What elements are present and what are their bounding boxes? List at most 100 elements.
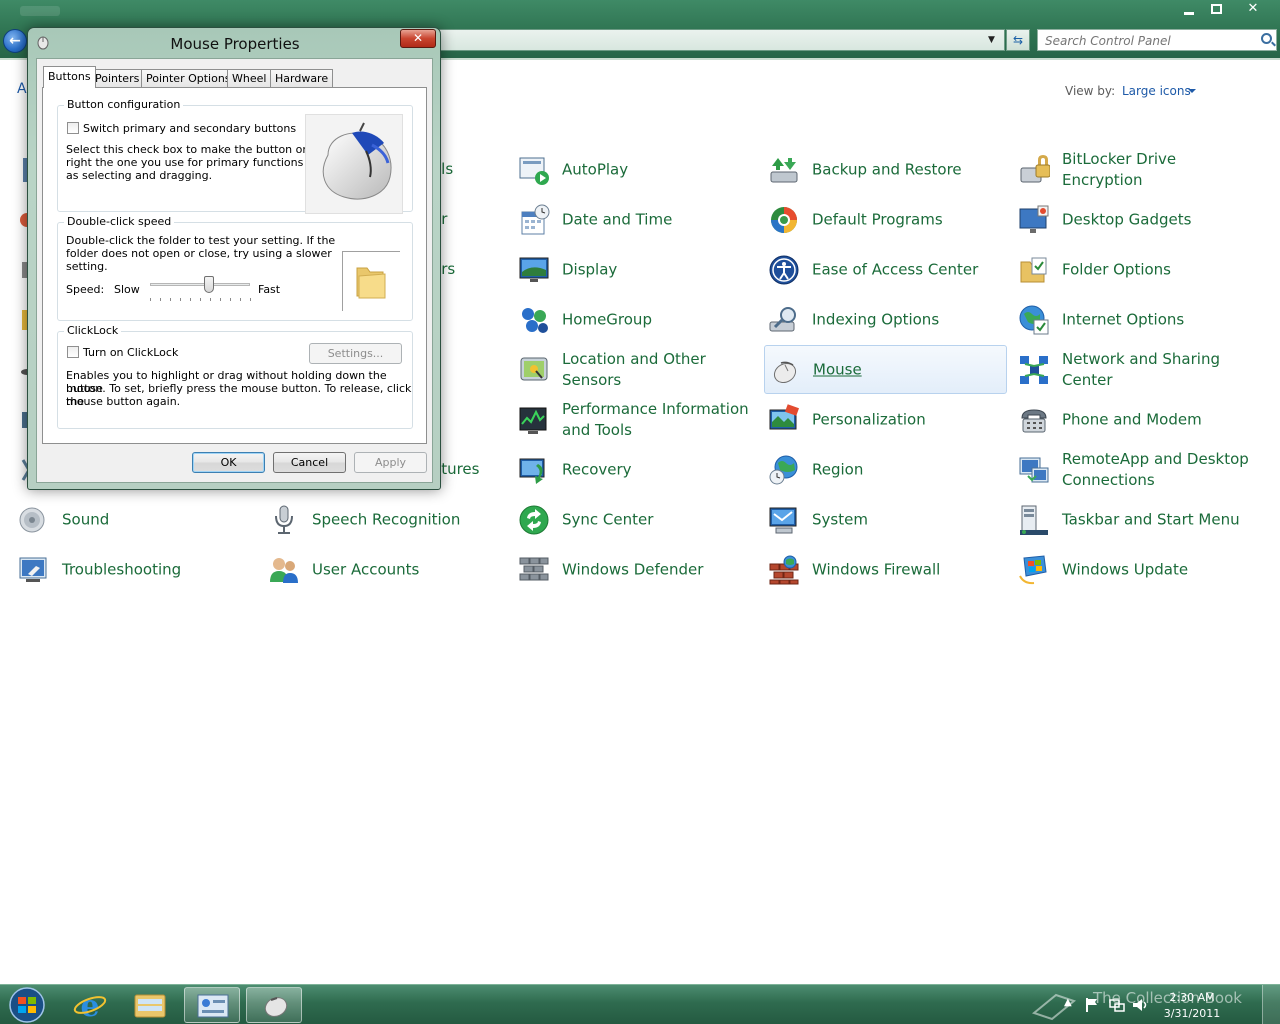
action-center-flag-icon[interactable]: [1085, 997, 1099, 1013]
cp-item-label[interactable]: User Accounts: [312, 560, 502, 581]
cp-item-label[interactable]: Desktop Gadgets: [1062, 210, 1252, 231]
clicklock-checkbox[interactable]: [67, 346, 79, 358]
cp-item-remoteapp[interactable]: RemoteApp and Desktop Connections: [1018, 448, 1260, 492]
cp-item-region[interactable]: Region: [768, 448, 1010, 492]
taskbar-internet-explorer[interactable]: e: [62, 987, 118, 1024]
cp-item-label[interactable]: Backup and Restore: [812, 160, 1002, 181]
cp-item-taskbar-start[interactable]: Taskbar and Start Menu: [1018, 498, 1260, 542]
tab-wheel[interactable]: Wheel: [227, 69, 272, 87]
cp-item-label[interactable]: Location and Other Sensors: [562, 349, 752, 391]
cp-item-label[interactable]: Windows Update: [1062, 560, 1252, 581]
cp-item-mouse[interactable]: Mouse: [764, 345, 1007, 394]
cp-item-label[interactable]: Windows Firewall: [812, 560, 1002, 581]
cp-item-windows-defender[interactable]: Windows Defender: [518, 548, 760, 592]
cp-item-folder-options[interactable]: Folder Options: [1018, 248, 1260, 292]
cp-item-location-sensors[interactable]: Location and Other Sensors: [518, 348, 760, 392]
back-button[interactable]: ←: [3, 29, 27, 53]
switch-buttons-label[interactable]: Switch primary and secondary buttons: [83, 122, 296, 135]
cp-item-label[interactable]: Speech Recognition: [312, 510, 502, 531]
cp-item-troubleshooting[interactable]: Troubleshooting: [18, 548, 260, 592]
close-window-button[interactable]: ✕: [1236, 0, 1270, 20]
cp-item-label[interactable]: Taskbar and Start Menu: [1062, 510, 1252, 531]
start-button[interactable]: [4, 986, 50, 1024]
cp-item-phone-modem[interactable]: Phone and Modem: [1018, 398, 1260, 442]
cp-item-label[interactable]: Performance Information and Tools: [562, 399, 752, 441]
clicklock-settings-button[interactable]: Settings...: [309, 343, 402, 364]
cp-item-recovery[interactable]: Recovery: [518, 448, 760, 492]
cp-item-performance[interactable]: Performance Information and Tools: [518, 398, 760, 442]
cp-item-personalization[interactable]: Personalization: [768, 398, 1010, 442]
refresh-button[interactable]: ⇆: [1006, 29, 1030, 51]
cp-item-sync-center[interactable]: Sync Center: [518, 498, 760, 542]
switch-buttons-checkbox[interactable]: [67, 122, 79, 134]
cp-item-label[interactable]: Indexing Options: [812, 310, 1002, 331]
ok-button[interactable]: OK: [192, 452, 265, 473]
cancel-button[interactable]: Cancel: [273, 452, 346, 473]
cp-item-label[interactable]: System: [812, 510, 1002, 531]
maximize-button[interactable]: [1202, 0, 1232, 20]
cp-item-default-programs[interactable]: Default Programs: [768, 198, 1010, 242]
cp-item-ease-of-access[interactable]: Ease of Access Center: [768, 248, 1010, 292]
minimize-button[interactable]: [1174, 0, 1204, 20]
network-icon[interactable]: [1109, 997, 1125, 1013]
cp-item-label[interactable]: Network and Sharing Center: [1062, 349, 1252, 391]
cp-item-label[interactable]: Sync Center: [562, 510, 752, 531]
cp-item-label[interactable]: Default Programs: [812, 210, 1002, 231]
cp-item-label[interactable]: Ease of Access Center: [812, 260, 1002, 281]
tab-hardware[interactable]: Hardware: [270, 69, 334, 87]
cp-item-bitlocker[interactable]: BitLocker Drive Encryption: [1018, 148, 1260, 192]
apply-button[interactable]: Apply: [354, 452, 427, 473]
slider-thumb[interactable]: [204, 276, 214, 293]
search-input[interactable]: [1038, 31, 1248, 51]
volume-icon[interactable]: [1132, 997, 1150, 1013]
clock-date[interactable]: 3/31/2011: [1156, 1007, 1228, 1020]
address-bar[interactable]: [420, 29, 1005, 51]
cp-item-label[interactable]: Recovery: [562, 460, 752, 481]
cp-item-label[interactable]: RemoteApp and Desktop Connections: [1062, 449, 1252, 491]
cp-item-date-time[interactable]: Date and Time: [518, 198, 760, 242]
cp-item-label[interactable]: Phone and Modem: [1062, 410, 1252, 431]
tab-pointers[interactable]: Pointers: [90, 69, 145, 87]
taskbar-mouse-properties[interactable]: [246, 987, 302, 1023]
cp-item-label[interactable]: Sound: [62, 510, 252, 531]
cp-item-sound[interactable]: Sound: [18, 498, 260, 542]
tab-buttons[interactable]: Buttons: [43, 66, 96, 88]
cp-item-autoplay[interactable]: AutoPlay: [518, 148, 760, 192]
dialog-close-button[interactable]: ✕: [400, 29, 436, 48]
cp-item-desktop-gadgets[interactable]: Desktop Gadgets: [1018, 198, 1260, 242]
search-box[interactable]: [1037, 29, 1277, 51]
tray-expand-icon[interactable]: ▲: [1064, 997, 1072, 1008]
clock-time[interactable]: 2:30 AM: [1156, 991, 1228, 1004]
cp-item-label[interactable]: HomeGroup: [562, 310, 752, 331]
address-dropdown-icon[interactable]: ▼: [988, 35, 995, 45]
cp-item-label[interactable]: Windows Defender: [562, 560, 752, 581]
test-folder-area[interactable]: [342, 251, 400, 311]
cp-item-speech-recognition[interactable]: Speech Recognition: [268, 498, 510, 542]
cp-item-label[interactable]: Mouse: [813, 359, 1003, 380]
cp-item-user-accounts[interactable]: User Accounts: [268, 548, 510, 592]
taskbar-control-panel[interactable]: [184, 987, 240, 1023]
cp-item-label[interactable]: BitLocker Drive Encryption: [1062, 149, 1252, 191]
cp-item-label[interactable]: Display: [562, 260, 752, 281]
cp-item-label[interactable]: Date and Time: [562, 210, 752, 231]
cp-item-label[interactable]: Folder Options: [1062, 260, 1252, 281]
tab-pointer-options[interactable]: Pointer Options: [141, 69, 236, 87]
cp-item-label[interactable]: Troubleshooting: [62, 560, 252, 581]
cp-item-windows-update[interactable]: Windows Update: [1018, 548, 1260, 592]
show-desktop-button[interactable]: [1262, 985, 1280, 1024]
view-by-caret-icon[interactable]: [1188, 89, 1196, 93]
clicklock-label[interactable]: Turn on ClickLock: [83, 346, 178, 359]
cp-item-homegroup[interactable]: HomeGroup: [518, 298, 760, 342]
taskbar-windows-explorer[interactable]: [122, 987, 178, 1023]
cp-item-label[interactable]: Personalization: [812, 410, 1002, 431]
cp-item-label[interactable]: AutoPlay: [562, 160, 752, 181]
double-click-speed-slider[interactable]: [150, 276, 251, 304]
search-icon[interactable]: [1261, 33, 1272, 44]
cp-item-windows-firewall[interactable]: Windows Firewall: [768, 548, 1010, 592]
cp-item-network-sharing[interactable]: Network and Sharing Center: [1018, 348, 1260, 392]
cp-item-label[interactable]: Region: [812, 460, 1002, 481]
view-by-dropdown[interactable]: Large icons: [1122, 84, 1191, 98]
cp-item-system[interactable]: System: [768, 498, 1010, 542]
cp-item-internet-options[interactable]: Internet Options: [1018, 298, 1260, 342]
cp-item-label[interactable]: Internet Options: [1062, 310, 1252, 331]
